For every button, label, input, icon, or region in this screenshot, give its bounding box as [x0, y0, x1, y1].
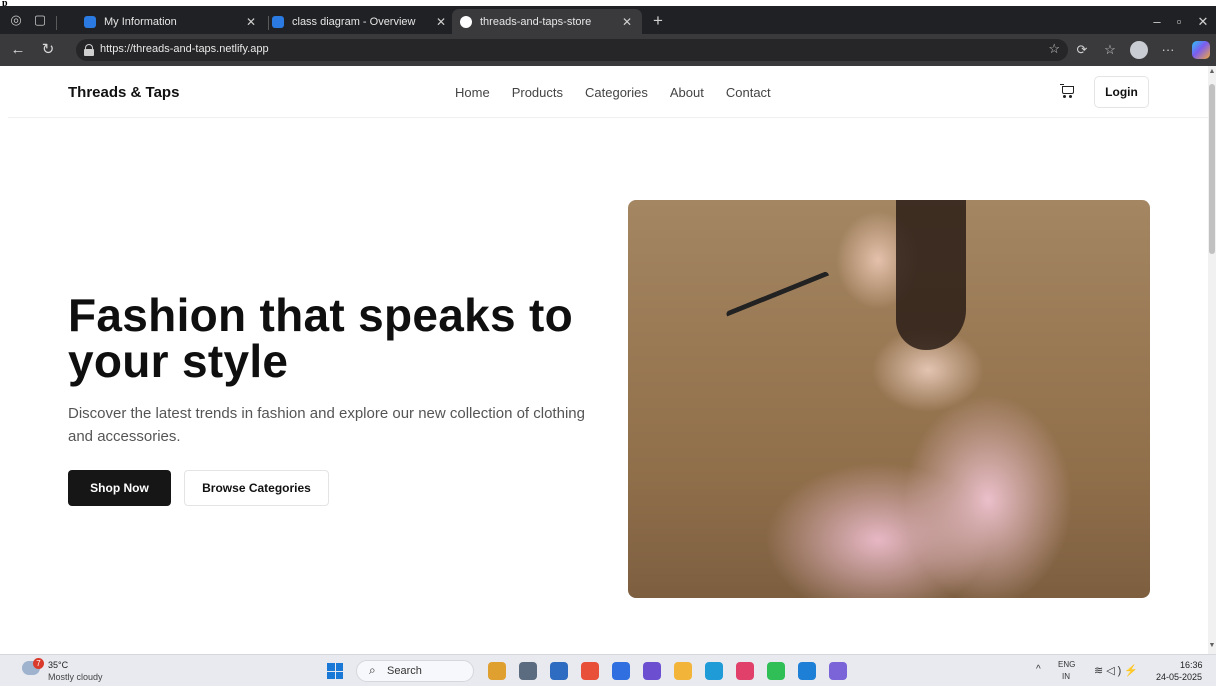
nav-about[interactable]: About — [670, 85, 704, 100]
hero-title: Fashion that speaks to your style — [68, 289, 574, 387]
page-scrollbar[interactable]: ▲ ▼ — [1208, 66, 1216, 654]
nav-home[interactable]: Home — [455, 85, 490, 100]
star-icon[interactable]: ☆ — [1048, 41, 1060, 57]
nav-products[interactable]: Products — [512, 85, 563, 100]
hero-image-detail — [725, 270, 841, 346]
plus-icon[interactable]: + — [648, 12, 668, 32]
profile-avatar[interactable] — [1130, 41, 1148, 59]
tab-favicon-icon — [272, 15, 284, 28]
chevron-up-icon[interactable]: ^ — [1036, 664, 1041, 675]
taskbar-app-icon[interactable] — [798, 662, 816, 680]
weather-temperature[interactable]: 35°C — [48, 660, 68, 670]
address-url[interactable]: https://threads-and-taps.netlify.app — [100, 43, 269, 55]
favorites-icon[interactable]: ☆ — [1100, 40, 1120, 60]
vertical-tabs-icon[interactable]: ▢ — [30, 10, 50, 30]
tab-favicon-icon — [84, 15, 96, 28]
taskbar-app-icon[interactable] — [829, 662, 847, 680]
taskbar-search[interactable]: ⌕ Search — [356, 660, 474, 682]
tab-my-information[interactable]: My Information ✕ — [76, 9, 266, 34]
address-bar[interactable]: https://threads-and-taps.netlify.app ☆ — [76, 39, 1068, 61]
extensions-icon[interactable]: ⟳ — [1072, 40, 1092, 60]
copilot-icon[interactable] — [1192, 41, 1210, 59]
tab-title: threads-and-taps-store — [480, 15, 592, 28]
tab-title: My Information — [104, 15, 177, 28]
login-button[interactable]: Login — [1094, 76, 1149, 108]
close-icon[interactable]: ✕ — [434, 15, 448, 29]
taskbar-app-icon[interactable] — [581, 662, 599, 680]
windows-taskbar: 7 35°C Mostly cloudy ⌕ Search ^ ENG IN ≋… — [0, 654, 1216, 686]
more-icon[interactable]: ··· — [1158, 40, 1178, 60]
windows-start-icon[interactable] — [327, 663, 343, 679]
back-arrow-icon[interactable]: ← — [8, 40, 28, 60]
taskbar-app-icon[interactable] — [643, 662, 661, 680]
close-icon[interactable]: ✕ — [620, 15, 634, 29]
system-tray-icons[interactable]: ≋◁)⚡ — [1094, 664, 1141, 677]
taskbar-app-icon[interactable] — [550, 662, 568, 680]
tab-actions-icon[interactable]: ◎ — [6, 10, 26, 30]
taskbar-app-icon[interactable] — [519, 662, 537, 680]
browse-categories-button[interactable]: Browse Categories — [184, 470, 329, 506]
maximize-icon[interactable]: ▫ — [1168, 12, 1190, 32]
hero-fashion-image — [628, 200, 1150, 598]
scroll-up-icon[interactable]: ▲ — [1208, 68, 1216, 75]
weather-description[interactable]: Mostly cloudy — [48, 672, 103, 682]
shop-now-button[interactable]: Shop Now — [68, 470, 171, 506]
search-icon: ⌕ — [369, 663, 376, 677]
taskbar-app-icon[interactable] — [488, 662, 506, 680]
taskbar-app-icon[interactable] — [767, 662, 785, 680]
scrollbar-thumb[interactable] — [1209, 84, 1215, 254]
clock-date[interactable]: 24-05-2025 — [1156, 672, 1202, 682]
window-close-icon[interactable]: ✕ — [1192, 12, 1214, 32]
site-brand[interactable]: Threads & Taps — [68, 84, 179, 101]
cart-icon[interactable] — [1060, 84, 1074, 98]
tab-class-diagram[interactable]: class diagram - Overview ✕ — [264, 9, 456, 34]
nav-categories[interactable]: Categories — [585, 85, 648, 100]
hero-image-detail — [896, 200, 966, 350]
browser-tab-bar: ◎ ▢ My Information ✕ class diagram - Ove… — [0, 6, 1216, 34]
search-label: Search — [387, 665, 422, 677]
page-viewport: Threads & Taps Home Products Categories … — [8, 66, 1208, 654]
scroll-down-icon[interactable]: ▼ — [1208, 642, 1216, 649]
main-nav: Home Products Categories About Contact — [455, 85, 771, 100]
taskbar-app-icon[interactable] — [612, 662, 630, 680]
refresh-icon[interactable]: ↻ — [38, 40, 58, 60]
taskbar-app-icon[interactable] — [705, 662, 723, 680]
tab-title: class diagram - Overview — [292, 15, 416, 28]
tab-threads-and-taps-store[interactable]: threads-and-taps-store ✕ — [452, 9, 642, 34]
clock-time[interactable]: 16:36 — [1180, 660, 1203, 670]
language-indicator[interactable]: ENG — [1058, 660, 1075, 669]
lock-icon — [84, 44, 94, 56]
close-icon[interactable]: ✕ — [244, 15, 258, 29]
nav-contact[interactable]: Contact — [726, 85, 771, 100]
tab-separator — [56, 16, 57, 30]
hero-subtitle: Discover the latest trends in fashion an… — [68, 405, 585, 445]
site-header: Threads & Taps Home Products Categories … — [8, 66, 1208, 118]
weather-badge: 7 — [33, 658, 44, 669]
taskbar-app-icon[interactable] — [674, 662, 692, 680]
taskbar-app-icon[interactable] — [736, 662, 754, 680]
browser-toolbar: ← ↻ https://threads-and-taps.netlify.app… — [0, 34, 1216, 66]
heart-favicon-icon — [460, 15, 472, 28]
language-region[interactable]: IN — [1062, 672, 1070, 681]
minimize-icon[interactable]: – — [1146, 12, 1168, 32]
